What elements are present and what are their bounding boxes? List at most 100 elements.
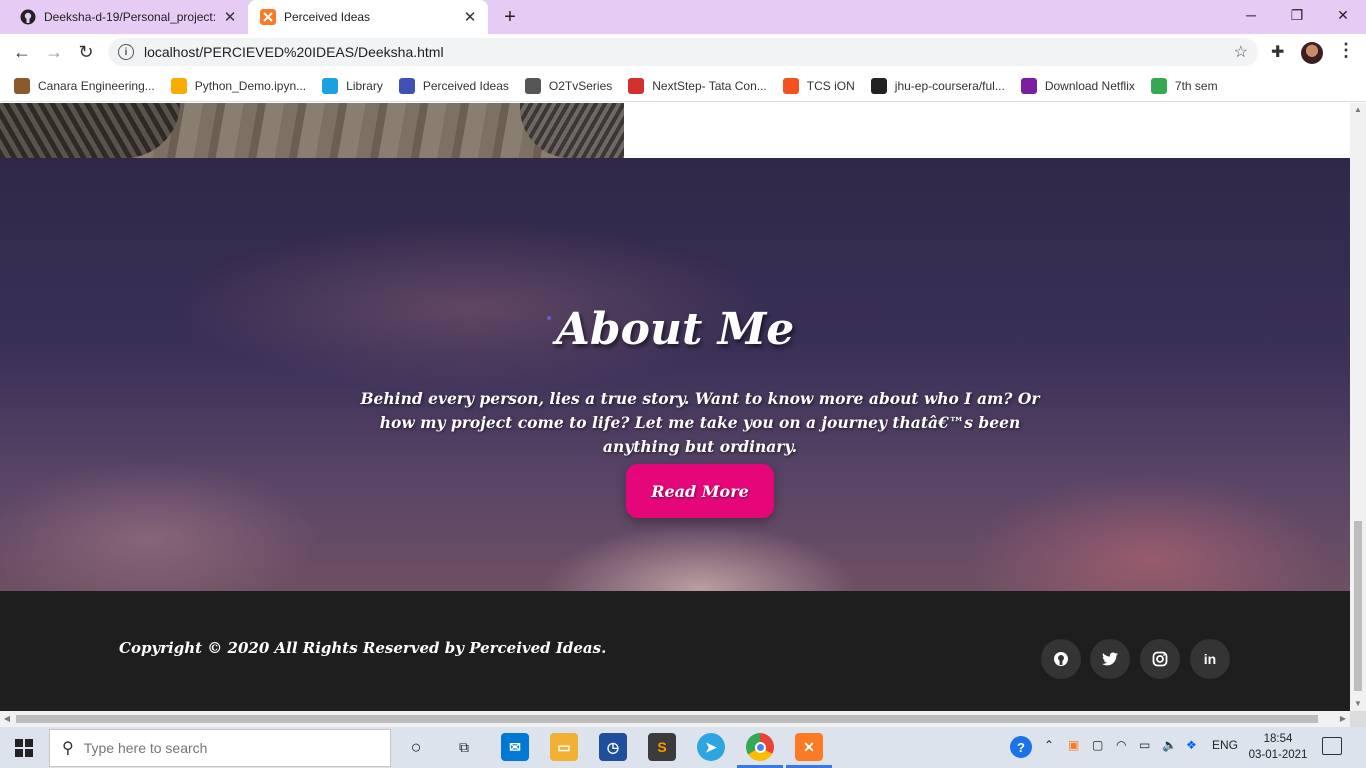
about-section: About Me Behind every person, lies a tru… <box>0 158 1350 591</box>
scroll-up-icon[interactable]: ▲ <box>1350 103 1366 117</box>
scroll-down-icon[interactable]: ▼ <box>1350 697 1366 711</box>
help-icon[interactable]: ? <box>1010 736 1032 758</box>
time-text: 18:54 <box>1263 733 1293 745</box>
notification-icon[interactable] <box>1322 737 1342 755</box>
about-text: Behind every person, lies a true story. … <box>360 389 1040 456</box>
tab-title: Deeksha-d-19/Personal_project: I <box>44 10 220 24</box>
instagram-icon[interactable] <box>1140 639 1180 679</box>
bookmark-label: Canara Engineering... <box>38 78 155 93</box>
tab-title: Perceived Ideas <box>284 10 371 24</box>
horizontal-scrollbar[interactable]: ◀ ▶ <box>0 711 1350 727</box>
colab-icon <box>170 77 187 94</box>
github-icon[interactable] <box>1041 639 1081 679</box>
mail-icon[interactable]: ✉ <box>501 733 529 761</box>
xampp-icon <box>260 9 276 25</box>
maximize-button[interactable]: ❐ <box>1274 0 1320 30</box>
sublime-icon[interactable]: S <box>648 733 676 761</box>
twitter-icon[interactable] <box>1090 639 1130 679</box>
vertical-scrollbar[interactable]: ▲ ▼ <box>1350 103 1366 711</box>
bookmark-item[interactable]: Perceived Ideas <box>398 77 509 94</box>
github-icon <box>870 77 887 94</box>
bookmark-label: Perceived Ideas <box>422 78 509 93</box>
copyright-text: Copyright © 2020 All Rights Reserved by … <box>119 639 607 657</box>
battery-icon[interactable]: ▭ <box>1139 738 1150 752</box>
star-icon[interactable]: ☆ <box>1234 42 1248 62</box>
linkedin-icon[interactable]: in <box>1190 639 1230 679</box>
tab-github[interactable]: Deeksha-d-19/Personal_project: I ✕ <box>8 0 248 34</box>
drive-icon <box>1150 77 1167 94</box>
avatar[interactable] <box>1301 42 1323 64</box>
language-indicator[interactable]: ENG <box>1212 738 1238 752</box>
bookmark-item[interactable]: O2TvSeries <box>524 77 613 94</box>
header-photo <box>0 103 624 158</box>
footer: Copyright © 2020 All Rights Reserved by … <box>0 591 1350 711</box>
bookmark-item[interactable]: NextStep- Tata Con... <box>628 77 767 94</box>
about-title: About Me <box>555 304 795 355</box>
library-icon <box>322 77 339 94</box>
tab-perceived-ideas[interactable]: Perceived Ideas ✕ <box>248 0 488 34</box>
forward-button[interactable]: → <box>40 38 68 66</box>
bookmark-label: TCS iON <box>806 78 855 93</box>
file-explorer-icon[interactable]: ▭ <box>550 733 578 761</box>
bookmark-label: Library <box>346 78 383 93</box>
bookmark-label: 7th sem <box>1174 78 1218 93</box>
bookmark-label: jhu-ep-coursera/ful... <box>894 78 1005 93</box>
wifi-icon[interactable]: ◠ <box>1116 738 1126 752</box>
read-more-button[interactable]: Read More <box>626 464 774 518</box>
taskbar-search[interactable]: ⚲ <box>49 729 391 767</box>
volume-icon[interactable]: 🔈 <box>1162 738 1177 752</box>
control-panel-icon[interactable]: ◷ <box>599 733 627 761</box>
bookmark-item[interactable]: Library <box>322 77 383 94</box>
clock[interactable]: 18:54 03-01-2021 <box>1244 731 1312 763</box>
scroll-right-icon[interactable]: ▶ <box>1336 711 1350 727</box>
bookmark-item[interactable]: Canara Engineering... <box>14 77 155 94</box>
tcs-ion-icon <box>782 77 799 94</box>
bookmark-item[interactable]: Download Netflix <box>1020 77 1135 94</box>
close-tab-icon[interactable]: ✕ <box>220 7 240 27</box>
xampp-icon[interactable]: ✕ <box>795 733 823 761</box>
new-tab-button[interactable]: + <box>498 5 522 29</box>
cortana-icon[interactable]: ○ <box>402 733 430 761</box>
o2tv-icon <box>524 77 541 94</box>
canara-icon <box>14 77 30 94</box>
menu-icon[interactable]: ⋮ <box>1337 40 1355 61</box>
scroll-left-icon[interactable]: ◀ <box>0 711 14 727</box>
task-view-icon[interactable]: ⧉ <box>450 733 478 761</box>
reload-button[interactable]: ↻ <box>72 38 100 66</box>
close-tab-icon[interactable]: ✕ <box>460 7 480 27</box>
url-text: localhost/PERCIEVED%20IDEAS/Deeksha.html <box>144 44 444 60</box>
chevron-up-icon[interactable]: ⌃ <box>1044 738 1054 752</box>
info-icon[interactable]: i <box>118 44 134 60</box>
dropbox-icon[interactable]: ❖ <box>1186 738 1197 752</box>
bookmark-label: NextStep- Tata Con... <box>652 78 767 93</box>
github-icon <box>20 9 36 25</box>
date-text: 03-01-2021 <box>1248 749 1308 761</box>
bookmark-item[interactable]: TCS iON <box>782 77 855 94</box>
windows-start-icon[interactable] <box>0 727 48 768</box>
search-input[interactable] <box>83 740 364 756</box>
tab-strip: Deeksha-d-19/Personal_project: I ✕ Perce… <box>0 0 1366 34</box>
close-window-button[interactable]: ✕ <box>1320 0 1366 30</box>
bookmark-label: Download Netflix <box>1044 78 1135 93</box>
chrome-icon[interactable] <box>746 733 774 761</box>
back-button[interactable]: ← <box>8 38 36 66</box>
page-icon <box>398 77 415 94</box>
m-icon <box>1020 77 1037 94</box>
taskbar: ⚲ ○ ⧉ ✉ ▭ ◷ S ➤ ✕ ? ⌃ ▣ ▢ ◠ ▭ 🔈 ❖ ENG 18… <box>0 727 1366 768</box>
address-bar[interactable]: i localhost/PERCIEVED%20IDEAS/Deeksha.ht… <box>108 38 1258 66</box>
bookmark-label: O2TvSeries <box>548 78 613 93</box>
bookmark-label: Python_Demo.ipyn... <box>194 78 307 93</box>
meet-icon[interactable]: ▢ <box>1092 738 1103 752</box>
minimize-button[interactable]: ─ <box>1228 0 1274 30</box>
scroll-thumb[interactable] <box>1354 521 1362 691</box>
bookmarks-bar: Canara Engineering... Python_Demo.ipyn...… <box>0 70 1366 102</box>
xampp-tray-icon[interactable]: ▣ <box>1068 738 1079 752</box>
scroll-thumb[interactable] <box>16 715 1318 723</box>
tcs-icon <box>628 77 645 94</box>
bookmark-item[interactable]: jhu-ep-coursera/ful... <box>870 77 1005 94</box>
bookmark-item[interactable]: 7th sem <box>1150 77 1218 94</box>
extensions-icon[interactable]: ✚ <box>1271 42 1284 62</box>
browser-toolbar: ← → ↻ i localhost/PERCIEVED%20IDEAS/Deek… <box>0 34 1366 70</box>
bookmark-item[interactable]: Python_Demo.ipyn... <box>170 77 307 94</box>
telegram-icon[interactable]: ➤ <box>697 733 725 761</box>
